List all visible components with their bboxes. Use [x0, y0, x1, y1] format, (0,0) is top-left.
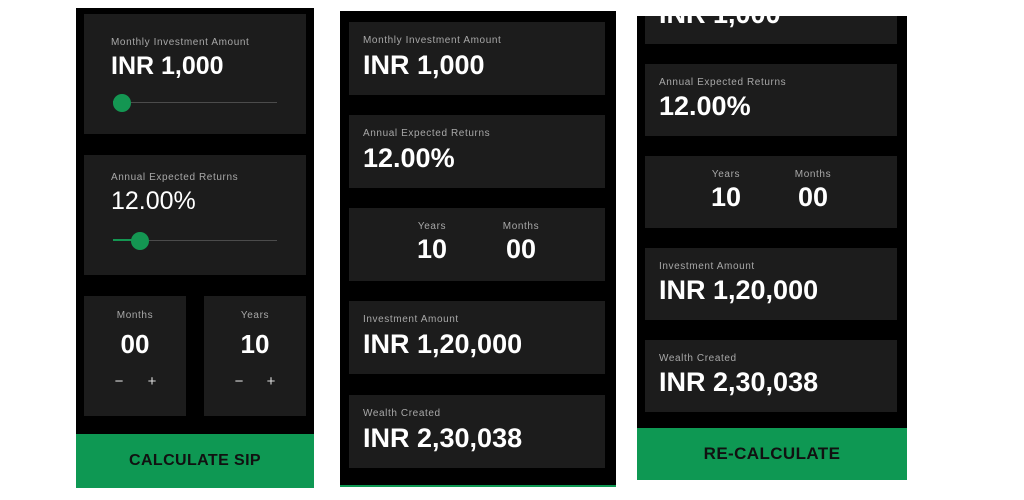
years-value: 10 [240, 329, 270, 359]
years-increment-button[interactable]: + [263, 373, 279, 390]
investment-amount-value: INR 1,20,000 [363, 329, 523, 359]
slider-thumb[interactable] [131, 232, 149, 250]
monthly-investment-label: Monthly Investment Amount [111, 37, 250, 48]
annual-returns-value: 12.00% [111, 187, 196, 215]
investment-amount-card: Investment Amount INR 1,20,000 [645, 248, 897, 320]
years-label: Years [711, 169, 741, 180]
investment-amount-label: Investment Amount [363, 314, 459, 325]
months-decrement-button[interactable]: − [111, 373, 127, 390]
duration-card: Years 10 Months 00 [645, 156, 897, 228]
monthly-investment-value: INR 1,000 [659, 16, 781, 30]
months-increment-button[interactable]: + [144, 373, 160, 390]
annual-returns-slider[interactable] [113, 232, 277, 250]
months-value: 00 [797, 182, 829, 212]
years-decrement-button[interactable]: − [231, 373, 247, 390]
annual-returns-card: Annual Expected Returns 12.00% [645, 64, 897, 136]
years-card: Years 10 − + [204, 296, 306, 416]
investment-amount-value: INR 1,20,000 [659, 275, 819, 305]
wealth-created-label: Wealth Created [659, 353, 737, 364]
wealth-created-value: INR 2,30,038 [363, 423, 523, 453]
monthly-investment-value: INR 1,000 [111, 52, 224, 80]
months-label: Months [794, 169, 832, 180]
sip-input-screen: Monthly Investment Amount INR 1,000 Annu… [76, 8, 314, 488]
sip-recalculate-screen: INR 1,000 Annual Expected Returns 12.00%… [637, 16, 907, 480]
annual-returns-label: Annual Expected Returns [659, 77, 787, 88]
annual-returns-value: 12.00% [659, 91, 751, 121]
months-value: 00 [120, 329, 150, 359]
monthly-investment-card: INR 1,000 [645, 16, 897, 44]
duration-card: Years 10 Months 00 [349, 208, 605, 281]
months-card: Months 00 − + [84, 296, 186, 416]
slider-thumb[interactable] [113, 94, 131, 112]
years-label: Years [417, 221, 447, 232]
slider-track [113, 102, 277, 103]
years-label: Years [240, 310, 270, 321]
monthly-investment-slider[interactable] [113, 94, 277, 112]
annual-returns-label: Annual Expected Returns [363, 128, 491, 139]
wealth-created-card: Wealth Created INR 2,30,038 [645, 340, 897, 412]
wealth-created-label: Wealth Created [363, 408, 441, 419]
investment-amount-card: Investment Amount INR 1,20,000 [349, 301, 605, 374]
annual-returns-label: Annual Expected Returns [111, 172, 239, 183]
investment-amount-label: Investment Amount [659, 261, 755, 272]
annual-returns-card: Annual Expected Returns 12.00% [349, 115, 605, 188]
recalculate-button[interactable]: RE-CALCULATE [637, 428, 907, 480]
months-value: 00 [505, 234, 537, 264]
annual-returns-card: Annual Expected Returns 12.00% [84, 155, 306, 275]
monthly-investment-card: Monthly Investment Amount INR 1,000 [349, 22, 605, 95]
accent-strip [340, 485, 616, 487]
monthly-investment-card: Monthly Investment Amount INR 1,000 [84, 14, 306, 134]
calculate-sip-button[interactable]: CALCULATE SIP [76, 434, 314, 488]
monthly-investment-value: INR 1,000 [363, 50, 485, 80]
wealth-created-card: Wealth Created INR 2,30,038 [349, 395, 605, 468]
wealth-created-value: INR 2,30,038 [659, 367, 819, 397]
months-label: Months [502, 221, 540, 232]
months-label: Months [116, 310, 154, 321]
years-value: 10 [710, 182, 742, 212]
monthly-investment-label: Monthly Investment Amount [363, 35, 502, 46]
years-value: 10 [416, 234, 448, 264]
sip-result-screen: Monthly Investment Amount INR 1,000 Annu… [340, 11, 616, 487]
annual-returns-value: 12.00% [363, 143, 455, 173]
